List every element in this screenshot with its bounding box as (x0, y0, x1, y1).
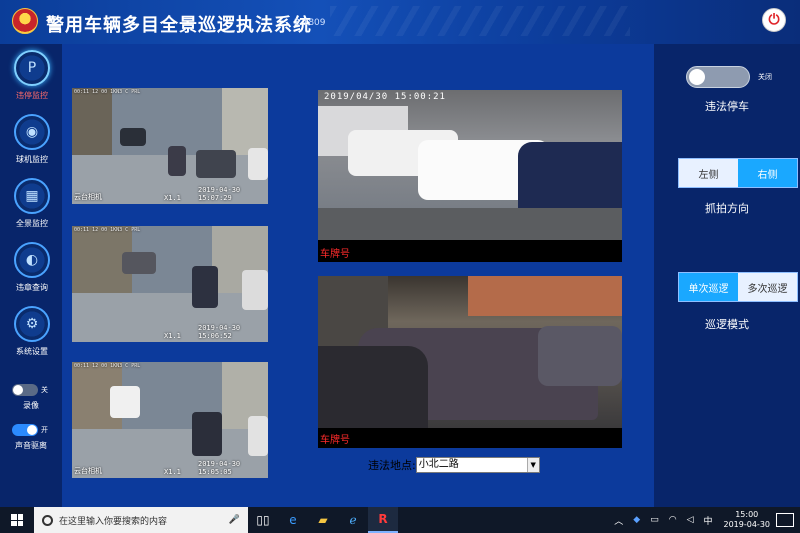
record-toggle-row: 关 (12, 384, 48, 396)
illegal-parking-label: 违法停车 (705, 100, 749, 113)
chevron-up-icon[interactable]: ︿ (614, 514, 623, 527)
power-icon: ⏻ (768, 12, 780, 28)
title-bar: 警用车辆多目全景巡逻执法系统 2.1809 ⏻ (0, 0, 800, 44)
power-button[interactable]: ⏻ (762, 8, 786, 32)
cortana-icon (42, 514, 53, 526)
system-tray: ︿ ◆ ▭ ◠ ◁ 中 15:00 2019-04-30 (609, 507, 800, 533)
header-decoration (330, 6, 630, 36)
camera-feed-3[interactable]: 00:11 12 00 1KN3 C PRL 云台相机 X1.1 2019-04… (72, 362, 268, 478)
capture-image-1[interactable]: 2019/04/30 15:00:21 车牌号 (318, 90, 622, 262)
app-version: 2.1809 (294, 18, 326, 28)
parking-icon: P (14, 50, 50, 86)
sound-label: 声音驱离 (15, 441, 47, 450)
location-value: 小北二路 (418, 459, 459, 470)
patrol-mode-label: 巡逻模式 (705, 318, 749, 331)
camera-osd-top: 00:11 12 00 1KN3 C PRL (74, 89, 141, 95)
start-button[interactable] (0, 507, 34, 533)
camera-zoom: X1.1 (164, 468, 181, 476)
illegal-parking-state: 关闭 (758, 73, 772, 81)
nav-item-panorama[interactable]: ▦ 全景监控 (5, 178, 59, 240)
camera-time: 2019-04-30 15:07:29 (198, 186, 241, 202)
left-sidebar: P 违停监控 ◉ 球机监控 ▦ 全景监控 ◐ 违章查询 ⚙ 系统设置 关 录像 … (0, 44, 62, 507)
volume-icon[interactable]: ◁ (687, 515, 694, 525)
capture-image-2[interactable]: 车牌号 (318, 276, 622, 448)
direction-left-button[interactable]: 左侧 (679, 159, 738, 187)
nav-item-dome-camera[interactable]: ◉ 球机监控 (5, 114, 59, 176)
ime-indicator[interactable]: 中 (703, 514, 712, 527)
camera-brand: 云台相机 (74, 193, 102, 201)
capture-direction-segment: 左侧 右侧 (678, 158, 798, 188)
clock-time: 15:00 (735, 510, 759, 519)
capture-direction-label: 抓拍方向 (705, 202, 749, 215)
location-select[interactable]: 小北二路 ▼ (415, 457, 540, 473)
record-toggle[interactable] (12, 384, 38, 396)
location-label: 违法地点: (368, 459, 416, 472)
patrol-app-icon[interactable]: R (368, 507, 398, 533)
camera-osd-top: 00:11 12 00 1KN3 C PRL (74, 227, 141, 233)
camera-time: 2019-04-30 15:05:05 (198, 460, 241, 476)
task-view-icon[interactable]: ▯▯ (248, 507, 278, 533)
capture-timestamp: 2019/04/30 15:00:21 (324, 92, 446, 102)
camera-feed-1[interactable]: 00:11 12 00 1KN3 C PRL 云台相机 X1.1 2019-04… (72, 88, 268, 204)
camera-zoom: X1.1 (164, 332, 181, 340)
app-title: 警用车辆多目全景巡逻执法系统 (46, 15, 312, 36)
main-area: 00:11 12 00 1KN3 C PRL 云台相机 X1.1 2019-04… (62, 44, 654, 507)
police-emblem-icon (12, 8, 38, 34)
nav-label: 球机监控 (16, 155, 48, 164)
nav-label: 违停监控 (16, 91, 48, 100)
file-explorer-icon[interactable]: ▰ (308, 507, 338, 533)
microphone-icon[interactable]: 🎤 (229, 515, 240, 525)
windows-taskbar: 在这里输入你要搜索的内容 🎤 ▯▯ e ▰ ℯ R ︿ ◆ ▭ ◠ ◁ 中 15… (0, 507, 800, 533)
notification-icon[interactable] (776, 513, 794, 527)
record-label: 录像 (23, 401, 39, 410)
patrol-mode-segment: 单次巡逻 多次巡逻 (678, 272, 798, 302)
taskbar-clock[interactable]: 15:00 2019-04-30 (724, 510, 771, 530)
patrol-single-button[interactable]: 单次巡逻 (679, 273, 738, 301)
battery-icon[interactable]: ▭ (650, 515, 659, 525)
taskbar-search[interactable]: 在这里输入你要搜索的内容 🎤 (34, 507, 248, 533)
camera-brand: 云台相机 (74, 467, 102, 475)
search-placeholder: 在这里输入你要搜索的内容 (59, 516, 168, 527)
plate-number-label: 车牌号 (320, 435, 350, 446)
record-state: 关 (41, 386, 48, 394)
wifi-icon[interactable]: ◠ (669, 515, 677, 525)
plate-number-label: 车牌号 (320, 249, 350, 260)
nav-item-parking-monitor[interactable]: P 违停监控 (5, 50, 59, 112)
car-search-icon: ◐ (14, 242, 50, 278)
nav-label: 违章查询 (16, 283, 48, 292)
direction-right-button[interactable]: 右侧 (738, 159, 797, 187)
sound-toggle[interactable] (12, 424, 38, 436)
nav-item-violation-query[interactable]: ◐ 违章查询 (5, 242, 59, 304)
windows-logo-icon (11, 514, 23, 526)
camera-feed-2[interactable]: 00:11 12 00 1KN3 C PRL X1.1 2019-04-30 1… (72, 226, 268, 342)
map-grid-icon: ▦ (14, 178, 50, 214)
illegal-parking-toggle[interactable] (686, 66, 750, 88)
nav-label: 全景监控 (16, 219, 48, 228)
camera-time: 2019-04-30 15:06:52 (198, 324, 241, 340)
chevron-down-icon[interactable]: ▼ (526, 458, 539, 472)
violation-location-row: 违法地点: 小北二路 ▼ (368, 457, 540, 473)
camera-osd-top: 00:11 12 00 1KN3 C PRL (74, 363, 141, 369)
sound-toggle-row: 开 (12, 424, 48, 436)
patrol-multi-button[interactable]: 多次巡逻 (738, 273, 797, 301)
edge-browser-icon[interactable]: e (278, 507, 308, 533)
ie-browser-icon[interactable]: ℯ (338, 507, 368, 533)
gear-icon: ⚙ (14, 306, 50, 342)
right-panel: 关闭 违法停车 左侧 右侧 抓拍方向 单次巡逻 多次巡逻 巡逻模式 (654, 44, 800, 507)
dome-camera-icon: ◉ (14, 114, 50, 150)
nav-label: 系统设置 (16, 347, 48, 356)
camera-zoom: X1.1 (164, 194, 181, 202)
network-device-icon[interactable]: ◆ (633, 515, 640, 525)
clock-date: 2019-04-30 (723, 520, 771, 529)
sound-state: 开 (41, 426, 48, 434)
nav-item-settings[interactable]: ⚙ 系统设置 (5, 306, 59, 368)
